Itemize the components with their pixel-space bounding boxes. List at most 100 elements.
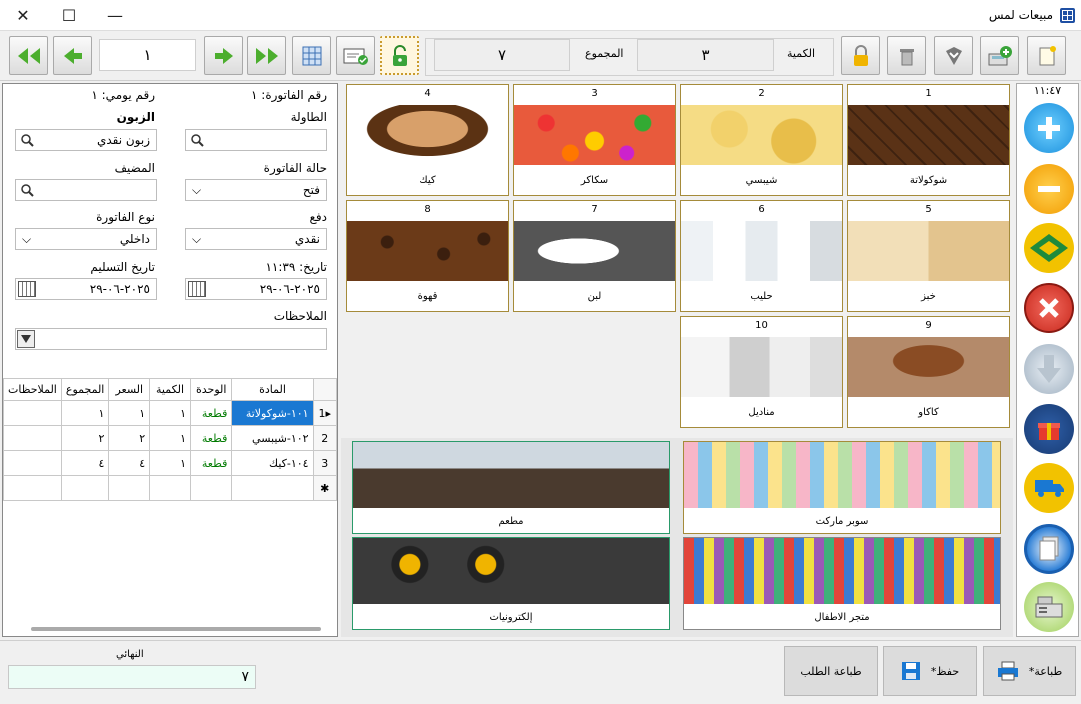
cell-total[interactable]: ٢	[60, 425, 110, 451]
chevron-down-icon: ⌵	[192, 231, 202, 246]
discount-button[interactable]	[934, 36, 973, 75]
close-window-button[interactable]: ✕	[0, 0, 46, 31]
discount-tag-button[interactable]	[1024, 223, 1074, 273]
bill-check-button[interactable]	[336, 36, 375, 75]
table-row[interactable]: ▸1 ١٠١-شوكولاتة قطعة ١ ١ ١	[3, 400, 338, 426]
category-tile[interactable]: سوبر ماركت	[683, 441, 1001, 534]
calendar-icon[interactable]	[188, 281, 206, 297]
column-header-notes[interactable]: الملاحظات	[3, 378, 62, 401]
product-tile[interactable]: 9 كاكاو	[847, 316, 1010, 428]
payment-select[interactable]: نقدي ⌵	[185, 228, 327, 250]
trash-icon	[899, 48, 914, 65]
column-header-total[interactable]: المجموع	[60, 378, 110, 401]
cell-unit[interactable]: قطعة	[189, 450, 233, 476]
cell-price[interactable]: ٤	[108, 450, 151, 476]
cell-unit[interactable]: قطعة	[189, 400, 233, 426]
save-button[interactable]: حفظ*	[883, 646, 977, 696]
cell-unit[interactable]: قطعة	[189, 425, 233, 451]
category-tile[interactable]: إلكترونيات	[352, 537, 670, 630]
new-invoice-button[interactable]	[1027, 36, 1066, 75]
calendar-icon[interactable]	[18, 281, 36, 297]
cell-total[interactable]: ٤	[60, 450, 110, 476]
next-page-button[interactable]	[204, 36, 243, 75]
column-header-quantity[interactable]: الكمية	[149, 378, 191, 401]
cell-item[interactable]: ١٠١-شوكولاتة	[231, 400, 314, 426]
delete-button[interactable]	[887, 36, 926, 75]
column-header-price[interactable]: السعر	[108, 378, 151, 401]
close-icon	[1039, 298, 1059, 318]
product-tile[interactable]: 7 لبن	[513, 200, 676, 312]
product-name: قهوة	[417, 291, 438, 302]
minimize-window-button[interactable]: —	[92, 0, 138, 31]
product-number: 7	[591, 204, 598, 215]
column-header-item[interactable]: المادة	[231, 378, 314, 401]
chevron-down-icon: ⌵	[192, 182, 202, 197]
product-tile[interactable]: 10 مناديل	[680, 316, 843, 428]
table-search-button[interactable]	[187, 130, 207, 150]
category-tile[interactable]: متجر الاطفال	[683, 537, 1001, 630]
first-page-button[interactable]	[9, 36, 48, 75]
category-tile[interactable]: مطعم	[352, 441, 670, 534]
decrease-button[interactable]	[1024, 164, 1074, 214]
maximize-window-button[interactable]: ☐	[46, 0, 92, 31]
print-order-button[interactable]: طباعة الطلب	[784, 646, 878, 696]
double-arrow-right-icon	[255, 47, 278, 64]
last-page-button[interactable]	[247, 36, 286, 75]
new-row[interactable]: ✱	[3, 475, 338, 501]
delivery-date-field[interactable]: ٢٠٢٥-٠٦-٢٩	[15, 278, 157, 300]
plus-icon	[1038, 117, 1060, 139]
move-down-button[interactable]	[1024, 344, 1074, 394]
gift-button[interactable]	[1024, 404, 1074, 454]
cell-notes[interactable]	[3, 400, 62, 426]
product-tile[interactable]: 4 كيك	[346, 84, 509, 196]
product-tile[interactable]: 1 شوكولاتة	[847, 84, 1010, 196]
table-row[interactable]: 3 ١٠٤-كيك قطعة ١ ٤ ٤	[3, 450, 338, 476]
notes-field[interactable]	[15, 328, 327, 350]
product-tile[interactable]: 2 شيبسي	[680, 84, 843, 196]
cell-item[interactable]: ١٠٤-كيك	[231, 450, 314, 476]
column-header-unit[interactable]: الوحدة	[189, 378, 233, 401]
product-tile[interactable]: 6 حليب	[680, 200, 843, 312]
cell-item[interactable]: ١٠٢-شيبسي	[231, 425, 314, 451]
host-search-button[interactable]	[17, 180, 37, 200]
arrow-left-icon	[63, 47, 82, 64]
delivery-button[interactable]	[1024, 463, 1074, 513]
invoice-type-select[interactable]: داخلي ⌵	[15, 228, 157, 250]
cell-notes[interactable]	[3, 425, 62, 451]
horizontal-scrollbar[interactable]	[31, 627, 321, 631]
cell-price[interactable]: ١	[108, 400, 151, 426]
cell-price[interactable]: ٢	[108, 425, 151, 451]
customer-search-button[interactable]	[17, 130, 37, 150]
product-number: 3	[591, 88, 598, 99]
product-tile[interactable]: 5 خبز	[847, 200, 1010, 312]
date-field[interactable]: ٢٠٢٥-٠٦-٢٩	[185, 278, 327, 300]
cell-notes[interactable]	[3, 450, 62, 476]
search-icon	[191, 134, 204, 147]
cell-quantity[interactable]: ١	[149, 450, 191, 476]
documents-button[interactable]	[1024, 524, 1074, 574]
category-name: متجر الاطفال	[814, 612, 870, 623]
product-tile[interactable]: 8 قهوة	[346, 200, 509, 312]
product-number: 5	[925, 204, 932, 215]
unlock-button[interactable]	[380, 36, 419, 75]
table-row[interactable]: 2 ١٠٢-شيبسي قطعة ١ ٢ ٢	[3, 425, 338, 451]
add-register-button[interactable]	[980, 36, 1019, 75]
increase-button[interactable]	[1024, 103, 1074, 153]
lock-button[interactable]	[841, 36, 880, 75]
search-icon	[21, 184, 34, 197]
previous-page-button[interactable]	[53, 36, 92, 75]
product-name: مناديل	[748, 407, 775, 418]
invoice-status-select[interactable]: فتح ⌵	[185, 179, 327, 201]
grid-view-button[interactable]	[292, 36, 331, 75]
print-button[interactable]: طباعة*	[983, 646, 1076, 696]
cell-quantity[interactable]: ١	[149, 425, 191, 451]
action-column: ١١:٤٧	[1016, 83, 1079, 637]
cash-register-button[interactable]	[1024, 582, 1074, 632]
cell-quantity[interactable]: ١	[149, 400, 191, 426]
invoice-status-value: فتح	[302, 183, 320, 197]
notes-dropdown-button[interactable]	[17, 330, 35, 348]
product-tile[interactable]: 3 سكاكر	[513, 84, 676, 196]
cell-total[interactable]: ١	[60, 400, 110, 426]
cancel-item-button[interactable]	[1024, 283, 1074, 333]
page-number-field[interactable]: ١	[99, 39, 196, 71]
